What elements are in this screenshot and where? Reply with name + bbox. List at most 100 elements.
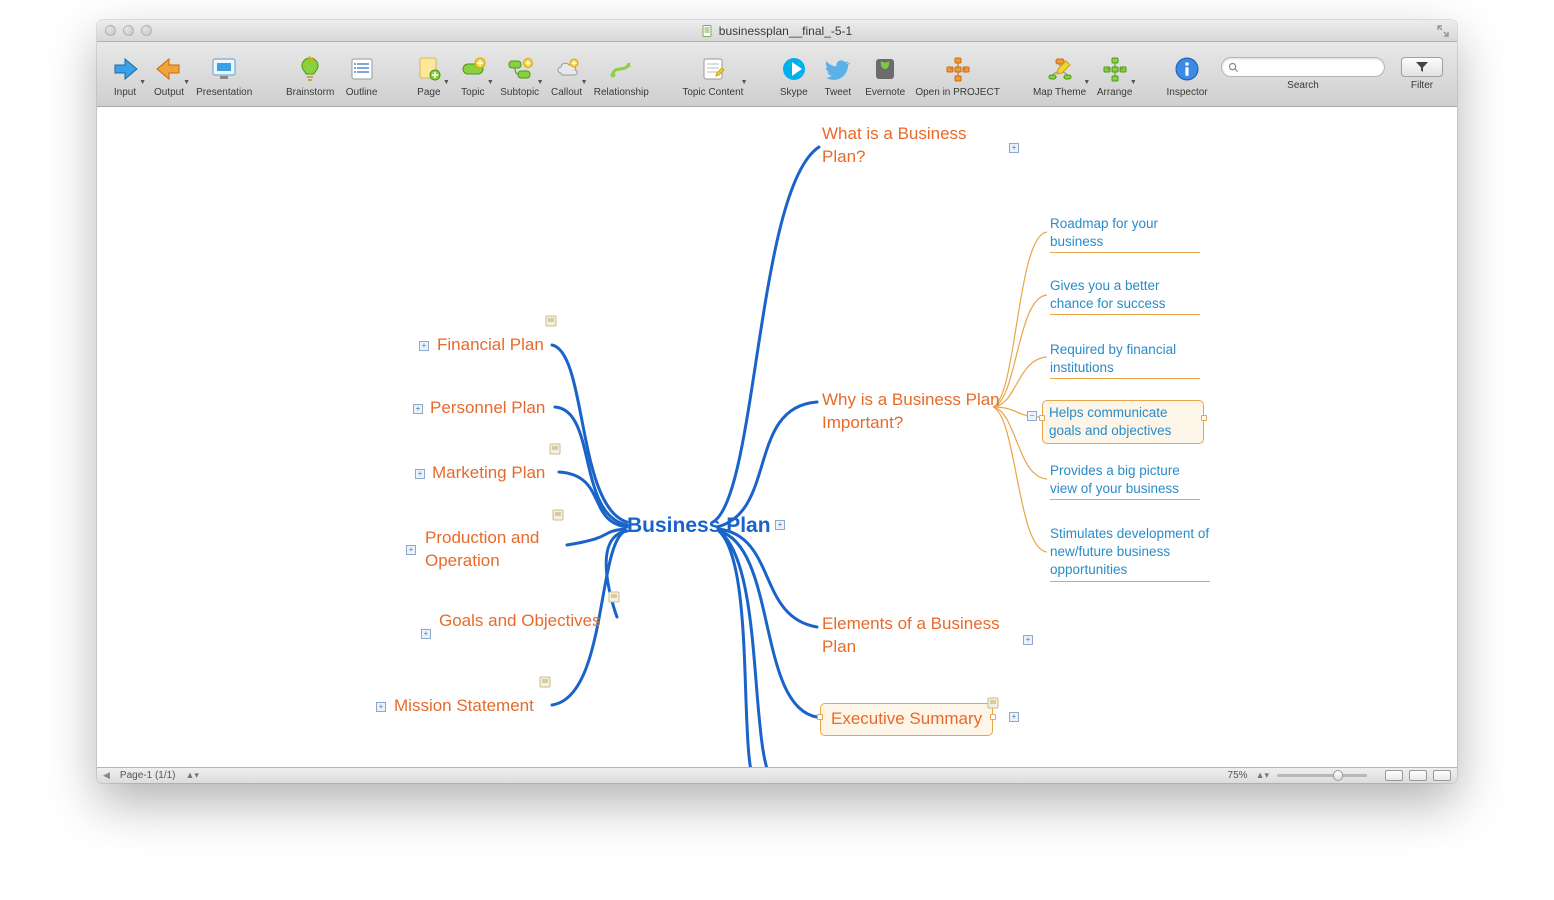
topic-right-3-selected[interactable]: Executive Summary: [820, 703, 993, 736]
toolbar-topic-content-button[interactable]: ▼Topic Content: [677, 48, 748, 100]
toolbar-button-label: Evernote: [865, 87, 905, 98]
expand-toggle[interactable]: +: [406, 545, 416, 555]
dropdown-caret-icon: ▼: [1083, 79, 1090, 86]
center-topic[interactable]: Business Plan: [627, 514, 771, 538]
filter-label: Filter: [1411, 80, 1433, 91]
view-mode-3-button[interactable]: [1433, 770, 1451, 781]
fullscreen-icon[interactable]: [1437, 25, 1449, 37]
toolbar-button-label: Arrange: [1097, 87, 1133, 98]
toolbar-tweet-button[interactable]: Tweet: [816, 48, 860, 100]
subtopic[interactable]: Stimulates development of new/future bus…: [1050, 525, 1210, 582]
statusbar: ◀ Page-1 (1/1) ▲▾ 75% ▲▾: [97, 767, 1457, 783]
toolbar-callout-button[interactable]: ▼Callout: [545, 48, 589, 100]
toolbar-button-label: Brainstorm: [286, 87, 334, 98]
expand-toggle[interactable]: +: [415, 469, 425, 479]
subtopic-selected[interactable]: Helps communicate goals and objectives: [1042, 400, 1204, 444]
arrange-orange-icon: [944, 52, 972, 86]
expand-toggle[interactable]: +: [1009, 712, 1019, 722]
toolbar-inspector-button[interactable]: Inspector: [1161, 48, 1213, 100]
topic-left-4[interactable]: Goals and Objectives: [439, 610, 601, 633]
expand-toggle[interactable]: +: [421, 629, 431, 639]
topic-left-2[interactable]: Marketing Plan: [432, 462, 545, 485]
toolbar-page-button[interactable]: ▼Page: [407, 48, 451, 100]
toolbar-arrange-button[interactable]: ▼Arrange: [1091, 48, 1138, 100]
toolbar-map-theme-button[interactable]: ▼Map Theme: [1028, 48, 1092, 100]
list-icon: [348, 52, 376, 86]
toolbar-button-label: Topic: [461, 87, 484, 98]
subtopic[interactable]: Gives you a better chance for success: [1050, 277, 1200, 315]
expand-toggle[interactable]: +: [419, 341, 429, 351]
toolbar-open-in-project-button[interactable]: Open in PROJECT: [911, 48, 1005, 100]
zoom-stepper-icon[interactable]: ▲▾: [1256, 770, 1269, 781]
toolbar-relationship-button[interactable]: Relationship: [589, 48, 654, 100]
topic-left-5[interactable]: Mission Statement: [394, 695, 534, 718]
topic-left-3[interactable]: Production and Operation: [425, 527, 565, 573]
expand-toggle[interactable]: +: [376, 702, 386, 712]
topic-left-0[interactable]: Financial Plan: [437, 334, 544, 357]
dropdown-caret-icon: ▼: [443, 79, 450, 86]
toolbar-button-label: Topic Content: [682, 87, 743, 98]
dropdown-caret-icon: ▼: [139, 79, 146, 86]
topic-green-icon: [459, 52, 487, 86]
note-icon[interactable]: [539, 676, 551, 688]
toolbar-button-label: Open in PROJECT: [915, 87, 999, 98]
connector-lines: [97, 107, 1457, 767]
zoom-slider[interactable]: [1277, 774, 1367, 777]
topic-right-2[interactable]: Elements of a Business Plan: [822, 613, 1022, 659]
toolbar-input-button[interactable]: ▼Input: [103, 48, 147, 100]
toolbar-evernote-button[interactable]: Evernote: [860, 48, 911, 100]
view-mode-1-button[interactable]: [1385, 770, 1403, 781]
expand-toggle[interactable]: +: [1009, 143, 1019, 153]
skype-icon: [780, 52, 808, 86]
topic-right-1[interactable]: Why is a Business Plan Important?: [822, 389, 1002, 435]
toolbar-button-label: Callout: [551, 87, 582, 98]
lightbulb-green-icon: [296, 52, 324, 86]
note-icon[interactable]: [608, 591, 620, 603]
topic-right-0[interactable]: What is a Business Plan?: [822, 123, 1002, 169]
search-input[interactable]: [1221, 57, 1385, 77]
view-mode-2-button[interactable]: [1409, 770, 1427, 781]
arrow-out-orange-icon: [155, 52, 183, 86]
note-icon[interactable]: [987, 697, 999, 709]
toolbar-skype-button[interactable]: Skype: [772, 48, 816, 100]
screen-icon: [210, 52, 238, 86]
toolbar-output-button[interactable]: ▼Output: [147, 48, 191, 100]
filter-icon: [1415, 61, 1429, 73]
expand-toggle[interactable]: +: [775, 520, 785, 530]
app-window: businessplan__final_-5-1 ▼Input▼OutputPr…: [97, 20, 1457, 783]
search-wrap: Search: [1213, 57, 1393, 91]
zoom-value: 75%: [1228, 770, 1248, 781]
topic-left-1[interactable]: Personnel Plan: [430, 397, 545, 420]
toolbar-button-label: Input: [114, 87, 136, 98]
search-icon: [1228, 62, 1239, 73]
expand-toggle[interactable]: +: [413, 404, 423, 414]
note-icon[interactable]: [549, 443, 561, 455]
dropdown-caret-icon: ▼: [183, 79, 190, 86]
info-icon: [1173, 52, 1201, 86]
search-label: Search: [1287, 80, 1319, 91]
toolbar-outline-button[interactable]: Outline: [340, 48, 384, 100]
subtopic[interactable]: Roadmap for your business: [1050, 215, 1200, 253]
toolbar-brainstorm-button[interactable]: Brainstorm: [281, 48, 340, 100]
expand-toggle[interactable]: +: [1023, 635, 1033, 645]
page-navigator[interactable]: ◀ Page-1 (1/1) ▲▾: [103, 770, 199, 781]
note-icon[interactable]: [545, 315, 557, 327]
toolbar-presentation-button[interactable]: Presentation: [191, 48, 257, 100]
subtopic[interactable]: Required by financial institutions: [1050, 341, 1200, 379]
page-stepper-icon[interactable]: ▲▾: [186, 770, 199, 781]
subtopic[interactable]: Provides a big picture view of your busi…: [1050, 462, 1200, 500]
toolbar-button-label: Map Theme: [1033, 87, 1086, 98]
filter-button[interactable]: [1401, 57, 1443, 77]
subtopic-green-icon: [506, 52, 534, 86]
window-title-wrap: businessplan__final_-5-1: [97, 24, 1457, 38]
mindmap-canvas[interactable]: Business Plan + What is a Business Plan?…: [97, 107, 1457, 767]
arrange-green-icon: [1101, 52, 1129, 86]
window-title: businessplan__final_-5-1: [719, 24, 852, 38]
toolbar-subtopic-button[interactable]: ▼Subtopic: [495, 48, 545, 100]
prev-page-icon[interactable]: ◀: [103, 770, 110, 781]
toolbar-topic-button[interactable]: ▼Topic: [451, 48, 495, 100]
note-icon[interactable]: [552, 509, 564, 521]
toolbar-button-label: Page: [417, 87, 440, 98]
collapse-toggle[interactable]: −: [1027, 411, 1037, 421]
arrow-in-blue-icon: [111, 52, 139, 86]
